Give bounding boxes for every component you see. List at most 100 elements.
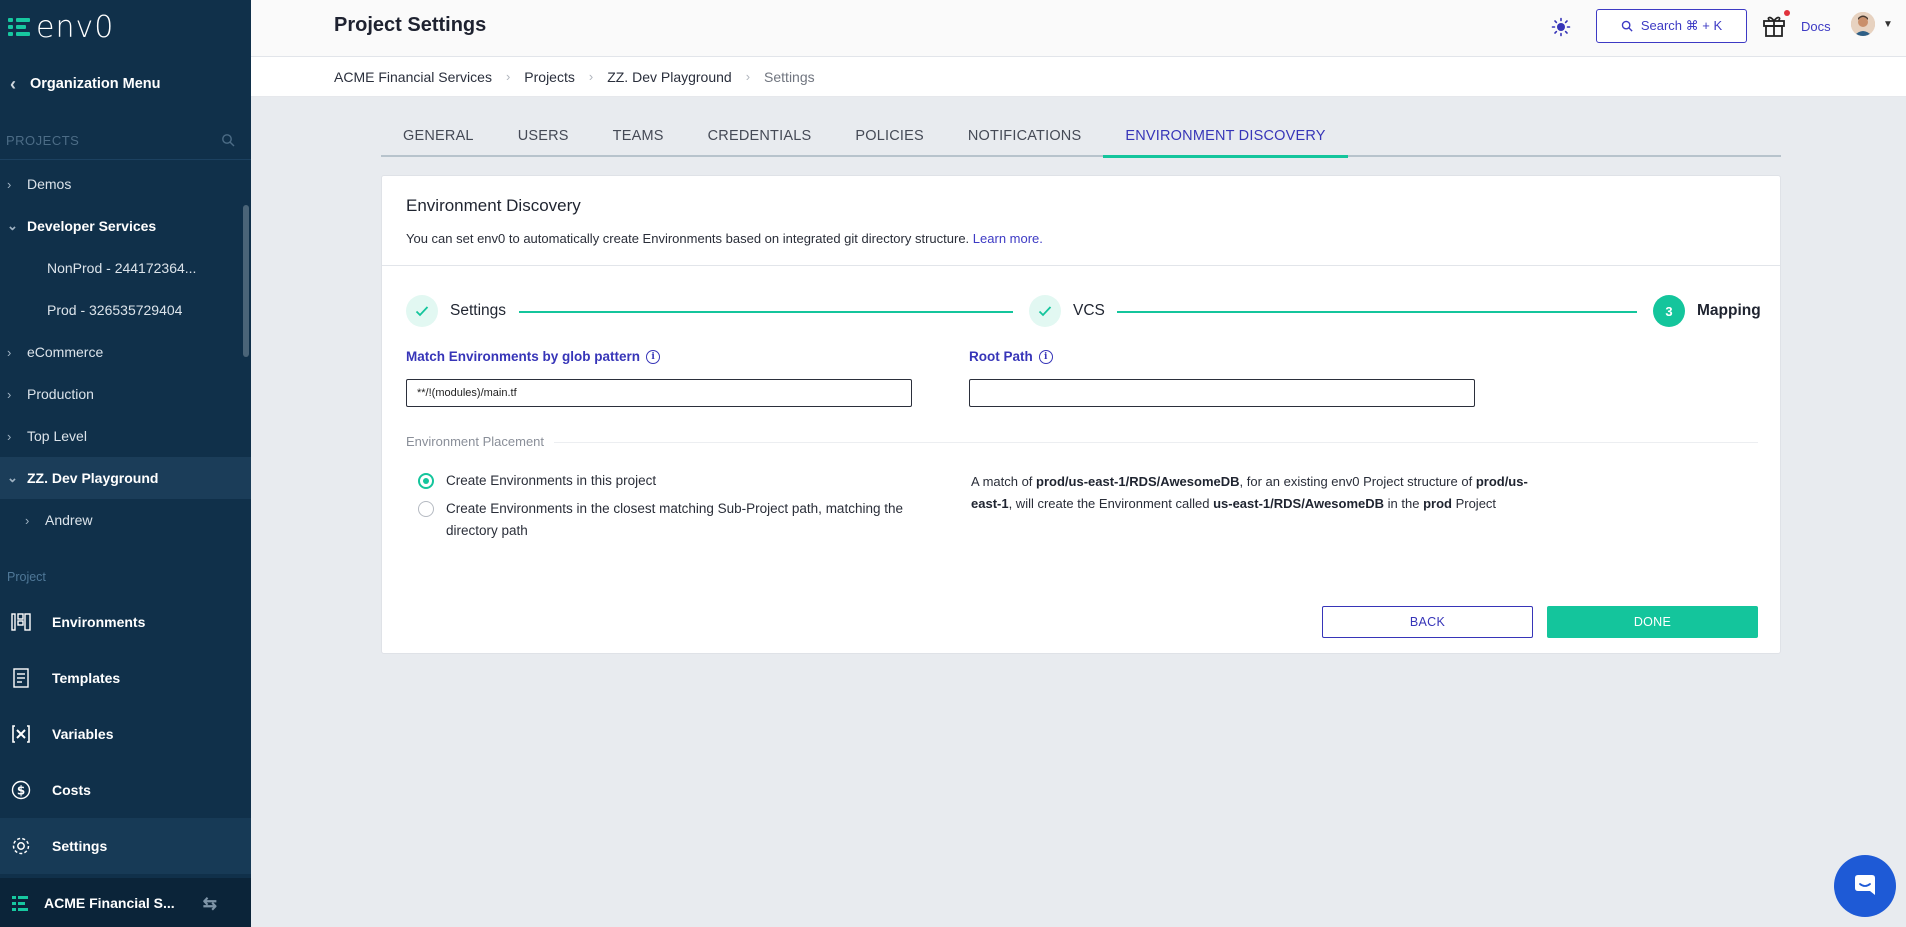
radio-button-checked[interactable] xyxy=(418,473,434,489)
organization-menu-label: Organization Menu xyxy=(30,76,161,92)
chevron-down-icon[interactable]: ⌄ xyxy=(7,218,18,234)
gift-icon[interactable] xyxy=(1762,12,1786,38)
project-tree: › Demos ⌄ Developer Services NonProd - 2… xyxy=(0,163,251,541)
caret-down-icon[interactable]: ▼ xyxy=(1883,19,1893,30)
root-path-label: Root Path i xyxy=(969,349,1053,364)
search-projects-icon[interactable] xyxy=(221,133,235,147)
tree-item-prod[interactable]: Prod - 326535729404 xyxy=(0,289,251,331)
breadcrumb-item-projects[interactable]: Projects xyxy=(524,69,575,85)
tree-item-label: Developer Services xyxy=(27,218,157,234)
nav-variables[interactable]: Variables xyxy=(0,706,251,762)
swap-arrows-icon[interactable]: ⇆ xyxy=(203,894,217,914)
step-mapping[interactable]: 3 Mapping xyxy=(1653,294,1761,328)
breadcrumb-item-current: Settings xyxy=(764,68,815,85)
example-text: Project xyxy=(1451,496,1497,511)
example-path: prod xyxy=(1423,496,1452,511)
chevron-right-icon[interactable]: › xyxy=(7,177,17,192)
svg-text:$: $ xyxy=(17,784,25,798)
tree-item-developer-services[interactable]: ⌄ Developer Services xyxy=(0,205,251,247)
example-path: us-east-1/RDS/AwesomeDB xyxy=(1213,496,1385,511)
tree-item-label: ZZ. Dev Playground xyxy=(27,470,159,486)
nav-settings[interactable]: Settings xyxy=(0,818,251,874)
tree-item-zz-dev-playground[interactable]: ⌄ ZZ. Dev Playground xyxy=(0,457,251,499)
chat-support-button[interactable] xyxy=(1834,855,1896,917)
tree-item-label: Demos xyxy=(27,176,72,192)
step-connector xyxy=(519,311,1013,313)
settings-icon xyxy=(10,835,32,857)
tree-item-label: Top Level xyxy=(27,428,87,444)
nav-label: Variables xyxy=(52,726,114,742)
root-path-input[interactable] xyxy=(969,379,1475,407)
logo-text: env0 xyxy=(36,9,115,45)
chevron-down-icon[interactable]: ⌄ xyxy=(7,470,18,486)
organization-name: ACME Financial S... xyxy=(44,894,175,911)
radio-option-label: Create Environments in the closest match… xyxy=(446,501,903,538)
tree-item-nonprod[interactable]: NonProd - 244172364... xyxy=(0,247,251,289)
step-label: Settings xyxy=(450,302,507,319)
tree-item-demos[interactable]: › Demos xyxy=(0,163,251,205)
chevron-right-icon[interactable]: › xyxy=(7,345,17,360)
page-title: Project Settings xyxy=(334,14,487,36)
theme-toggle-icon[interactable] xyxy=(1550,16,1572,38)
breadcrumb-item-organization[interactable]: ACME Financial Services xyxy=(334,69,492,85)
tab-policies[interactable]: POLICIES xyxy=(833,124,946,155)
sidebar: env0 ‹ Organization Menu PROJECTS › Demo… xyxy=(0,0,251,927)
radio-button-unchecked[interactable] xyxy=(418,501,434,517)
tab-general[interactable]: GENERAL xyxy=(381,124,496,155)
back-button[interactable]: BACK xyxy=(1322,606,1533,638)
chevron-right-icon[interactable]: › xyxy=(7,429,17,444)
templates-icon xyxy=(10,667,32,689)
step-vcs[interactable]: VCS xyxy=(1029,294,1105,328)
org-logo-icon xyxy=(12,895,28,911)
learn-more-link[interactable]: Learn more. xyxy=(973,231,1043,246)
tab-teams[interactable]: TEAMS xyxy=(591,124,686,155)
organization-menu-button[interactable]: ‹ Organization Menu xyxy=(0,64,251,104)
tree-item-production[interactable]: › Production xyxy=(0,373,251,415)
card-description: You can set env0 to automatically create… xyxy=(406,231,1043,246)
info-icon[interactable]: i xyxy=(646,349,661,364)
step-label: Mapping xyxy=(1697,302,1761,319)
tree-item-label: eCommerce xyxy=(27,344,104,360)
breadcrumb-item-project[interactable]: ZZ. Dev Playground xyxy=(607,69,732,85)
nav-templates[interactable]: Templates xyxy=(0,650,251,706)
radio-option-label: Create Environments in this project xyxy=(446,473,657,488)
chevron-right-icon[interactable]: › xyxy=(25,513,35,528)
nav-costs[interactable]: $ Costs xyxy=(0,762,251,818)
avatar[interactable] xyxy=(1851,12,1875,36)
tree-item-label: NonProd - 244172364... xyxy=(47,260,197,276)
info-icon[interactable]: i xyxy=(1038,349,1053,364)
tab-users[interactable]: USERS xyxy=(496,124,591,155)
breadcrumb-separator-icon: › xyxy=(745,69,751,84)
radio-option-sub-project[interactable]: Create Environments in the closest match… xyxy=(418,498,918,542)
step-settings[interactable]: Settings xyxy=(406,294,506,328)
example-path: prod/us-east-1/RDS/AwesomeDB xyxy=(1036,474,1240,489)
tab-credentials[interactable]: CREDENTIALS xyxy=(686,124,834,155)
placement-example: A match of prod/us-east-1/RDS/AwesomeDB,… xyxy=(971,471,1531,515)
tree-item-andrew[interactable]: › Andrew xyxy=(0,499,251,541)
environments-icon xyxy=(10,611,32,633)
chevron-right-icon[interactable]: › xyxy=(7,387,17,402)
tree-item-top-level[interactable]: › Top Level xyxy=(0,415,251,457)
breadcrumb-separator-icon: › xyxy=(505,69,511,84)
sidebar-scrollbar[interactable] xyxy=(243,205,249,357)
tree-item-ecommerce[interactable]: › eCommerce xyxy=(0,331,251,373)
radio-option-this-project[interactable]: Create Environments in this project xyxy=(418,470,918,492)
done-button[interactable]: DONE xyxy=(1547,606,1758,638)
description-text: You can set env0 to automatically create… xyxy=(406,231,970,246)
nav-environments[interactable]: Environments xyxy=(0,594,251,650)
docs-link[interactable]: Docs xyxy=(1801,19,1831,34)
example-text: , will create the Environment called xyxy=(1008,496,1214,511)
nav-label: Templates xyxy=(52,670,121,686)
organization-switcher[interactable]: ACME Financial S... ⇆ xyxy=(0,878,251,927)
step-label: VCS xyxy=(1073,302,1105,319)
chat-icon xyxy=(1855,875,1875,895)
tree-item-label: Prod - 326535729404 xyxy=(47,302,183,318)
example-text: in the xyxy=(1384,496,1424,511)
tab-environment-discovery[interactable]: ENVIRONMENT DISCOVERY xyxy=(1103,124,1348,158)
env0-logo[interactable]: env0 xyxy=(8,9,115,45)
glob-pattern-input[interactable] xyxy=(406,379,912,407)
tab-notifications[interactable]: NOTIFICATIONS xyxy=(946,124,1104,155)
nav-label: Costs xyxy=(52,782,91,798)
step-number: 3 xyxy=(1653,295,1685,327)
search-button[interactable]: Search ⌘ + K xyxy=(1596,9,1747,43)
